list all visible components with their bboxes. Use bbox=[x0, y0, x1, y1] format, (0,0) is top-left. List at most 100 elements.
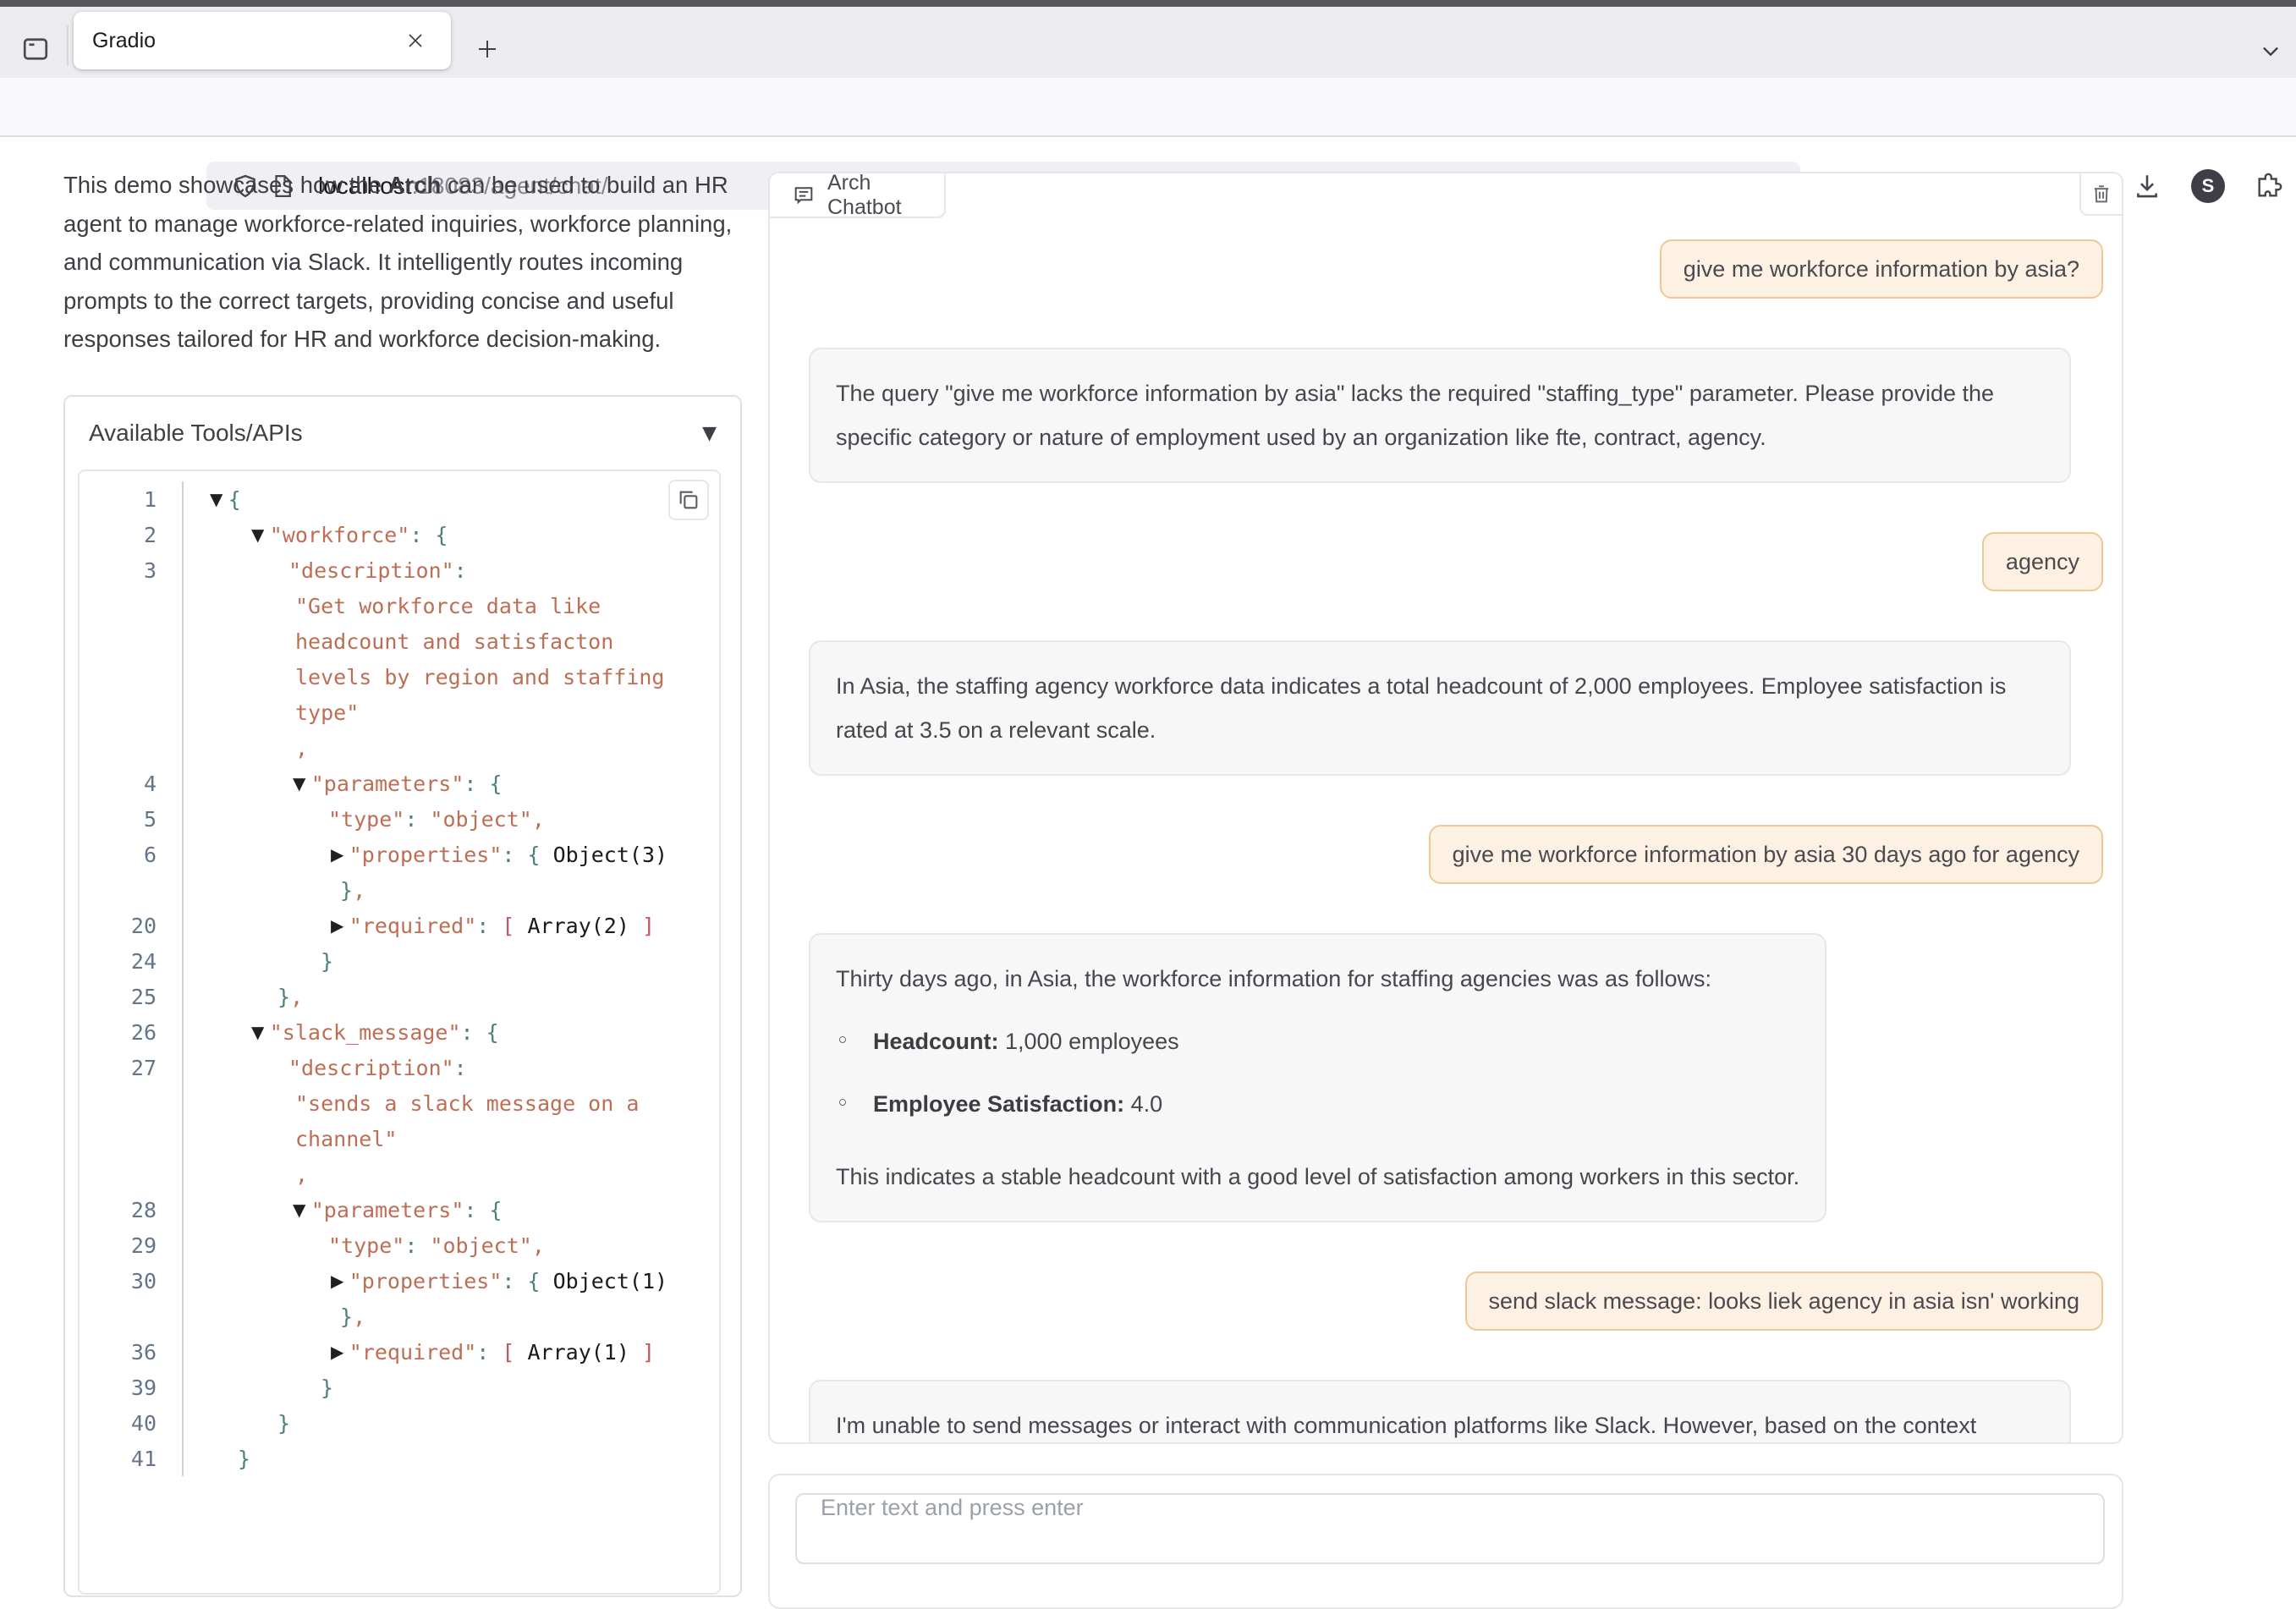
code-line: 39} bbox=[80, 1370, 719, 1405]
extensions-puzzle-icon[interactable] bbox=[2250, 164, 2288, 208]
code-token: : { bbox=[464, 1198, 502, 1222]
code-token: "object" bbox=[430, 1233, 531, 1258]
code-token: headcount and satisfacton bbox=[295, 629, 613, 654]
line-number: 40 bbox=[80, 1411, 182, 1436]
code-token: type" bbox=[295, 700, 359, 725]
bullet-label: Headcount: bbox=[873, 1029, 999, 1054]
demo-description: This demo showcases how the Arch can be … bbox=[63, 166, 755, 359]
new-tab-button[interactable] bbox=[467, 29, 508, 69]
expand-toggle-icon[interactable]: ▶ bbox=[331, 1342, 349, 1362]
code-token: levels by region and staffing bbox=[295, 665, 665, 689]
code-line: "sends a slack message on a bbox=[80, 1085, 719, 1121]
code-token: "properties" bbox=[349, 1269, 503, 1293]
bot-paragraph: I'm unable to send messages or interact … bbox=[836, 1403, 2044, 1444]
code-token: } bbox=[321, 1376, 333, 1400]
bot-bullet-item: ◦Employee Satisfaction: 4.0 bbox=[836, 1082, 1799, 1126]
expand-toggle-icon[interactable]: ▼ bbox=[210, 489, 228, 509]
code-content: "Get workforce data like bbox=[182, 588, 719, 623]
chat-input-group bbox=[768, 1474, 2123, 1609]
expand-toggle-icon[interactable]: ▶ bbox=[331, 1271, 349, 1291]
browser-tab-gradio[interactable]: Gradio bbox=[74, 12, 451, 69]
chat-message-list[interactable]: give me workforce information by asia?Th… bbox=[770, 218, 2122, 1444]
accordion-caret-icon[interactable]: ▼ bbox=[702, 423, 717, 444]
code-line: }, bbox=[80, 872, 719, 908]
code-line: 20▶ "required": [ Array(2) ] bbox=[80, 908, 719, 943]
clear-chat-button[interactable] bbox=[2079, 173, 2122, 216]
code-line: 29"type": "object", bbox=[80, 1227, 719, 1263]
line-number: 1 bbox=[80, 487, 182, 512]
expand-toggle-icon[interactable]: ▼ bbox=[251, 1022, 270, 1042]
line-number: 41 bbox=[80, 1447, 182, 1471]
bullet-text: Employee Satisfaction: 4.0 bbox=[873, 1082, 1162, 1126]
code-token: "description" bbox=[288, 558, 454, 583]
code-token: : bbox=[476, 914, 502, 938]
code-content: ▼ "parameters": { bbox=[182, 1192, 719, 1227]
code-content: } bbox=[182, 943, 719, 979]
code-content: channel" bbox=[182, 1121, 719, 1156]
list-all-tabs-button[interactable] bbox=[2250, 36, 2291, 66]
line-number: 5 bbox=[80, 807, 182, 832]
bullet-value: 1,000 employees bbox=[999, 1029, 1179, 1054]
bullet-label: Employee Satisfaction: bbox=[873, 1091, 1124, 1117]
code-line: 30▶ "properties": { Object(1) bbox=[80, 1263, 719, 1299]
code-content: ▶ "properties": { Object(3) bbox=[182, 837, 719, 872]
copy-button[interactable] bbox=[668, 480, 709, 520]
code-line: "Get workforce data like bbox=[80, 588, 719, 623]
expand-toggle-icon[interactable]: ▶ bbox=[331, 915, 349, 936]
chat-bubble-icon bbox=[792, 184, 816, 207]
code-line: levels by region and staffing bbox=[80, 659, 719, 695]
expand-toggle-icon[interactable]: ▼ bbox=[293, 1200, 311, 1220]
code-content: ▶ "required": [ Array(1) ] bbox=[182, 1334, 719, 1370]
code-token: ] bbox=[629, 914, 655, 938]
code-line: 25}, bbox=[80, 979, 719, 1014]
code-token: } bbox=[321, 949, 333, 974]
code-line: }, bbox=[80, 1299, 719, 1334]
code-token: Object(3) bbox=[553, 843, 667, 867]
chat-text-input[interactable] bbox=[795, 1493, 2105, 1564]
code-line: 4▼ "parameters": { bbox=[80, 766, 719, 801]
code-token: Array(2) bbox=[527, 914, 629, 938]
tab-title: Gradio bbox=[92, 29, 398, 53]
code-token: , bbox=[532, 1233, 545, 1258]
line-number: 3 bbox=[80, 558, 182, 583]
line-number: 26 bbox=[80, 1020, 182, 1045]
code-content: levels by region and staffing bbox=[182, 659, 719, 695]
expand-toggle-icon[interactable]: ▶ bbox=[331, 844, 349, 865]
code-token: : bbox=[404, 1233, 430, 1258]
user-message-bubble: give me workforce information by asia? bbox=[1660, 239, 2103, 299]
line-number: 2 bbox=[80, 523, 182, 547]
line-number: 30 bbox=[80, 1269, 182, 1293]
code-content: headcount and satisfacton bbox=[182, 623, 719, 659]
tab-close-button[interactable] bbox=[398, 24, 432, 58]
line-number: 39 bbox=[80, 1376, 182, 1400]
user-message-bubble: send slack message: looks liek agency in… bbox=[1465, 1271, 2104, 1331]
code-line: 5"type": "object", bbox=[80, 801, 719, 837]
expand-toggle-icon[interactable]: ▼ bbox=[251, 524, 270, 545]
code-content: "description": bbox=[182, 1050, 719, 1085]
download-icon[interactable] bbox=[2128, 164, 2166, 208]
code-token: } bbox=[340, 878, 353, 903]
expand-toggle-icon[interactable]: ▼ bbox=[293, 773, 311, 794]
user-message-bubble: agency bbox=[1982, 532, 2103, 591]
line-number: 4 bbox=[80, 772, 182, 796]
code-line: 3"description": bbox=[80, 552, 719, 588]
code-content: , bbox=[182, 1156, 719, 1192]
bullet-icon: ◦ bbox=[836, 1019, 873, 1063]
code-content: } bbox=[182, 1370, 719, 1405]
accordion-header[interactable]: Available Tools/APIs ▼ bbox=[65, 397, 740, 470]
code-line: 41} bbox=[80, 1441, 719, 1476]
code-line: 1▼ { bbox=[80, 481, 719, 517]
code-content: ▼ "slack_message": { bbox=[182, 1014, 719, 1050]
account-avatar[interactable]: S bbox=[2189, 164, 2227, 208]
code-token: [ bbox=[502, 1340, 527, 1365]
code-token: "Get workforce data like bbox=[295, 594, 601, 618]
code-token: : { bbox=[409, 523, 448, 547]
json-viewer: 1▼ {2▼ "workforce": {3"description":"Get… bbox=[78, 470, 721, 1595]
sidebar-toggle-button[interactable] bbox=[15, 27, 56, 71]
code-content: ▼ { bbox=[182, 481, 719, 517]
json-code-lines: 1▼ {2▼ "workforce": {3"description":"Get… bbox=[80, 481, 719, 1476]
demo-description-after: can be used to build an HR agent to mana… bbox=[63, 172, 732, 352]
chatbot-header-label: Arch Chatbot bbox=[770, 173, 946, 218]
line-number: 36 bbox=[80, 1340, 182, 1365]
available-tools-accordion: Available Tools/APIs ▼ 1▼ {2▼ "workforce… bbox=[63, 395, 742, 1597]
